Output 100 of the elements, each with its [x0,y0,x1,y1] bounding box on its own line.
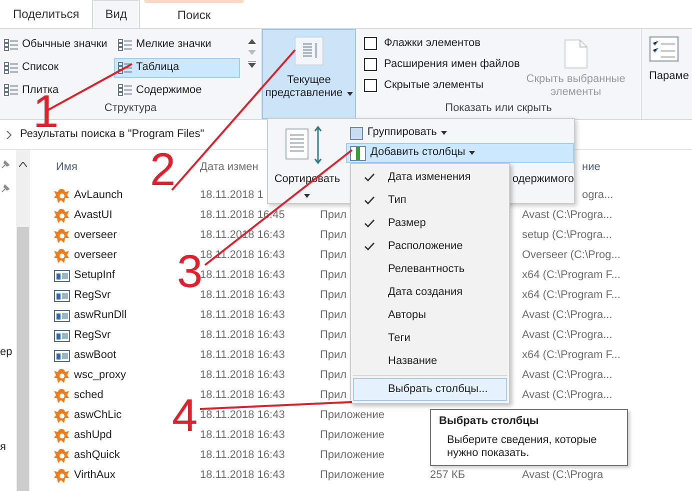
date-cell: 18.11.2018 16:43 [200,469,285,482]
layout-option[interactable]: Таблица [114,58,240,78]
type-cell: Прил [320,369,347,382]
options-button[interactable]: Параме [642,29,690,119]
date-cell: 18.11.2018 16:43 [200,369,285,382]
location-cell: Avast (C:\Progra... [522,309,612,322]
window-icon [54,288,70,304]
file-name[interactable]: VirthAux [74,469,116,483]
date-cell: 18.11.2018 16:43 [200,389,285,402]
menu-item[interactable]: Дата изменения [353,166,507,189]
window-icon [54,348,70,364]
column-header[interactable]: ние [582,161,600,175]
menu-item[interactable]: Название [353,350,507,373]
layout-option[interactable]: Список [0,58,114,78]
file-name[interactable]: RegSvr [74,329,111,343]
location-cell: x64 (C:\Program F... [522,269,620,282]
group-icon [350,126,364,140]
checkbox-option[interactable]: Флажки элементов [364,33,520,54]
menu-item[interactable]: Релевантность [353,258,507,281]
caret-icon [440,131,447,135]
menu-item[interactable]: Теги [353,327,507,350]
location-cell: Avast (C:\Progra... [522,389,612,402]
add-columns-button[interactable]: Добавить столбцы [346,143,574,163]
location-cell: Avast (C:\Progra... [522,209,612,222]
nav-item[interactable]: я [0,441,6,454]
scrollbar[interactable] [16,150,30,491]
columns-icon [294,36,324,66]
caret-icon [346,92,353,96]
annotation-number: 2 [150,152,176,186]
file-name[interactable]: wsc_proxy [74,369,126,383]
column-header[interactable]: Дата измен [200,161,258,174]
file-name[interactable]: ashUpd [74,429,112,443]
menu-item[interactable]: Выбрать столбцы... [353,378,507,401]
location-cell: x64 (C:\Program F... [522,289,620,302]
tooltip-text: Выберите сведения, которые нужно показать. [446,434,598,461]
app-icon [54,428,70,444]
type-cell: Прил [320,249,347,262]
file-name[interactable]: sched [74,389,104,403]
location-cell: Overseer (C:\Prog... [522,249,620,262]
current-view-button[interactable]: Текущее представление [262,29,356,119]
menu-item[interactable]: Тип [353,189,507,212]
annotation-number: 1 [33,94,59,128]
app-icon [54,448,70,464]
type-cell: Прил [320,289,347,302]
file-name[interactable]: AvastUI [74,209,112,223]
layout-option[interactable]: Обычные значки [0,35,114,55]
column-header[interactable]: Имя [54,161,78,175]
file-name[interactable]: RegSvr [74,289,111,303]
scroll-up-icon[interactable] [248,39,256,44]
scroll-up-icon[interactable] [19,162,27,167]
pin-icon[interactable] [0,184,10,194]
options-icon [649,36,679,62]
menu-item[interactable]: одержимого [512,173,574,186]
date-cell: 18.11.2018 16:43 [200,309,285,322]
file-name[interactable]: overseer [74,229,117,243]
date-cell: 18.11.2018 16:43 [200,269,285,282]
view-icon [4,39,18,51]
expand-icon[interactable] [248,61,256,68]
file-name[interactable]: SetupInf [74,269,115,283]
file-name[interactable]: overseer [74,249,117,263]
document-icon [564,39,588,69]
location-cell: Avast (C:\Progra [522,469,604,482]
window-icon [54,308,70,324]
menu-item[interactable]: Авторы [353,304,507,327]
ribbon-tab[interactable]: Поделиться [0,0,92,28]
view-icon [4,84,18,96]
menu-item[interactable]: Расположение [353,235,507,258]
type-cell: Прил [320,229,347,242]
layout-option[interactable]: Мелкие значки [114,35,240,55]
ribbon-tab[interactable]: Вид [92,0,140,28]
location-cell: setup (C:\Progra... [522,229,612,242]
type-cell: Прил [320,349,347,362]
pin-icon[interactable] [0,160,10,170]
menu-item[interactable]: Дата создания [353,281,507,304]
group-label: Структура [104,102,157,116]
file-name[interactable]: aswBoot [74,349,116,363]
group-label: Показать или скрыть [445,102,552,116]
location-cell: Avast (C:\Progra... [522,369,612,382]
size-cell: 257 КБ [430,469,466,482]
address-path[interactable]: Результаты поиска в "Program Files" [20,128,204,142]
file-name[interactable]: AvLaunch [74,189,123,203]
nav-item[interactable]: ер [0,346,12,360]
menu-item[interactable]: Размер [353,212,507,235]
caret-icon [469,151,476,155]
type-cell: Приложение [320,469,385,482]
group-by-button[interactable]: Группировать [346,123,574,143]
type-cell: Приложение [320,449,385,462]
checkbox-option[interactable]: Скрытые элементы [364,75,520,96]
checkbox-option[interactable]: Расширения имен файлов [364,54,520,75]
layout-option[interactable]: Содержимое [114,80,240,100]
file-name[interactable]: aswChLic [74,409,122,423]
location-cell: x64 (C:\Program F... [522,349,620,362]
app-icon [54,188,70,204]
date-cell: 18.11.2018 16:43 [200,429,285,442]
type-cell: Прил [320,389,347,402]
file-name[interactable]: aswRunDll [74,309,127,323]
scroll-down-icon[interactable] [248,50,256,55]
view-icon [118,39,132,51]
file-name[interactable]: ashQuick [74,449,120,463]
window-icon [54,268,70,284]
